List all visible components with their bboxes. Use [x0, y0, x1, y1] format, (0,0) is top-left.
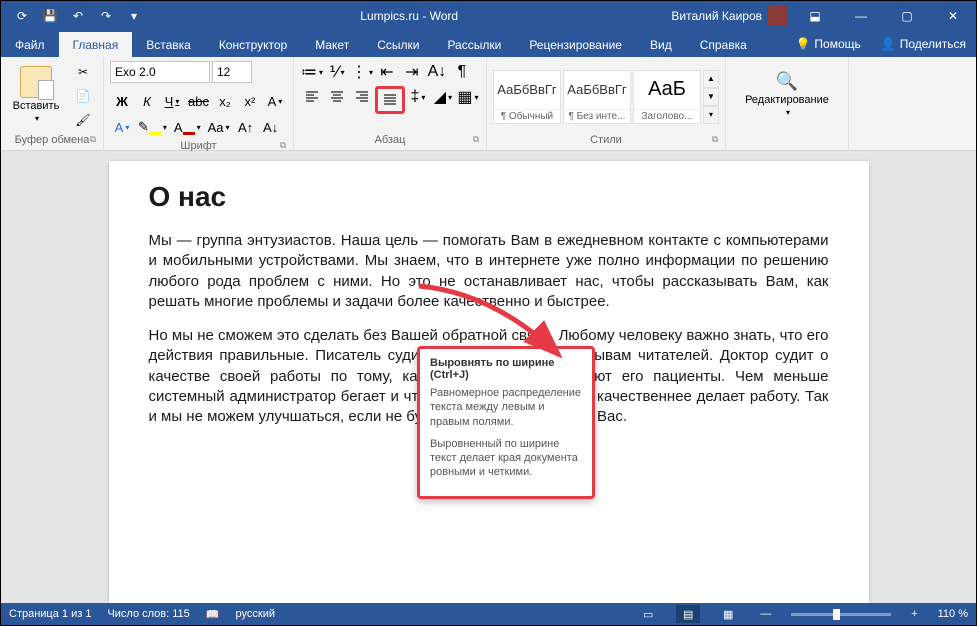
- zoom-out-button[interactable]: —: [756, 608, 775, 620]
- tooltip-body-1: Равномерное распределение текста между л…: [430, 386, 582, 429]
- tab-view[interactable]: Вид: [636, 32, 686, 57]
- view-read-button[interactable]: ▭: [636, 605, 660, 623]
- format-painter-button[interactable]: 🖌: [69, 109, 97, 131]
- numbering-button[interactable]: ⅟▾: [325, 61, 349, 83]
- copy-button[interactable]: 📄: [69, 85, 97, 107]
- tab-help[interactable]: Справка: [686, 32, 761, 57]
- justify-tooltip: Выровнять по ширине (Ctrl+J) Равномерное…: [417, 346, 595, 499]
- clipboard-group-label: Буфер обмена: [15, 134, 90, 146]
- status-language[interactable]: русский: [236, 608, 275, 620]
- undo-button[interactable]: ↶: [65, 4, 91, 28]
- font-fill-button[interactable]: A▾: [171, 116, 204, 138]
- multilevel-button[interactable]: ⋮▾: [350, 61, 374, 83]
- underline-button[interactable]: Ч▾: [160, 90, 184, 112]
- increase-indent-button[interactable]: ⇥: [400, 61, 424, 83]
- italic-button[interactable]: К: [135, 90, 159, 112]
- styles-group-label: Стили: [590, 134, 622, 146]
- change-case-button[interactable]: Aa▾: [205, 116, 233, 138]
- zoom-slider[interactable]: [791, 613, 891, 616]
- style-normal[interactable]: АаБбВвГг ¶ Обычный: [493, 70, 561, 124]
- tab-mailings[interactable]: Рассылки: [433, 32, 515, 57]
- status-proofing-icon[interactable]: 📖: [206, 608, 220, 621]
- font-size-combo[interactable]: [212, 61, 252, 83]
- line-spacing-button[interactable]: ‡▾: [406, 86, 430, 108]
- minimize-button[interactable]: —: [838, 1, 884, 31]
- autosave-toggle[interactable]: ⟳: [9, 4, 35, 28]
- close-button[interactable]: ✕: [930, 1, 976, 31]
- zoom-in-button[interactable]: +: [907, 608, 921, 620]
- styles-down-button[interactable]: ▼: [703, 88, 719, 106]
- clipboard-icon: [20, 66, 52, 98]
- font-name-combo[interactable]: [110, 61, 210, 83]
- highlight-button[interactable]: ✎▾: [135, 116, 170, 138]
- save-button[interactable]: 💾: [37, 4, 63, 28]
- style-no-spacing[interactable]: АаБбВвГг ¶ Без инте...: [563, 70, 631, 124]
- styles-up-button[interactable]: ▲: [703, 70, 719, 88]
- clipboard-dialog-launcher[interactable]: ⧉: [87, 134, 99, 146]
- cut-button[interactable]: ✂: [69, 61, 97, 83]
- share-button[interactable]: 👤 Поделиться: [871, 31, 976, 57]
- search-icon: 🔍: [776, 71, 798, 92]
- text-effects-button[interactable]: A▾: [263, 90, 287, 112]
- paste-button[interactable]: Вставить ▾: [7, 61, 65, 127]
- user-avatar[interactable]: [768, 6, 788, 26]
- window-title: Lumpics.ru - Word: [147, 9, 671, 23]
- maximize-button[interactable]: ▢: [884, 1, 930, 31]
- user-name[interactable]: Виталий Каиров: [671, 9, 762, 23]
- align-right-button[interactable]: [350, 86, 374, 108]
- paragraph-group-label: Абзац: [375, 134, 406, 146]
- zoom-level[interactable]: 110 %: [938, 608, 968, 620]
- sort-button[interactable]: A↓: [425, 61, 449, 83]
- align-center-button[interactable]: [325, 86, 349, 108]
- subscript-button[interactable]: x₂: [213, 90, 237, 112]
- shrink-font-button[interactable]: A↓: [259, 116, 283, 138]
- tab-insert[interactable]: Вставка: [132, 32, 205, 57]
- strikethrough-button[interactable]: abc: [185, 90, 212, 112]
- tab-layout[interactable]: Макет: [301, 32, 363, 57]
- editing-dropdown[interactable]: 🔍 Редактирование ▾: [732, 61, 842, 127]
- font-color-button[interactable]: A▾: [110, 116, 134, 138]
- styles-expand-button[interactable]: ▾: [703, 106, 719, 124]
- tab-design[interactable]: Конструктор: [205, 32, 301, 57]
- paragraph-1: Мы — группа энтузиастов. Наша цель — пом…: [149, 231, 829, 312]
- grow-font-button[interactable]: A↑: [234, 116, 258, 138]
- styles-dialog-launcher[interactable]: ⧉: [709, 134, 721, 146]
- bullets-button[interactable]: ≔▾: [300, 61, 324, 83]
- paragraph-dialog-launcher[interactable]: ⧉: [470, 134, 482, 146]
- ribbon-options-button[interactable]: ⬓: [792, 1, 838, 31]
- borders-button[interactable]: ▦▾: [456, 86, 480, 108]
- tab-review[interactable]: Рецензирование: [515, 32, 636, 57]
- redo-button[interactable]: ↷: [93, 4, 119, 28]
- view-web-button[interactable]: ▦: [716, 605, 740, 623]
- qat-customize[interactable]: ▾: [121, 4, 147, 28]
- style-heading1[interactable]: АаБ Заголово...: [633, 70, 701, 124]
- tab-file[interactable]: Файл: [1, 32, 59, 57]
- bold-button[interactable]: Ж: [110, 90, 134, 112]
- view-print-button[interactable]: ▤: [676, 605, 700, 623]
- tab-home[interactable]: Главная: [59, 32, 133, 57]
- tell-me-button[interactable]: 💡 Помощь: [785, 31, 870, 57]
- tooltip-title: Выровнять по ширине (Ctrl+J): [430, 357, 582, 381]
- status-words[interactable]: Число слов: 115: [107, 608, 189, 620]
- align-left-button[interactable]: [300, 86, 324, 108]
- show-marks-button[interactable]: ¶: [450, 61, 474, 83]
- justify-button[interactable]: [375, 86, 405, 114]
- shading-button[interactable]: ◢▾: [431, 86, 455, 108]
- tooltip-body-2: Выровненный по ширине текст делает края …: [430, 437, 582, 480]
- status-page[interactable]: Страница 1 из 1: [9, 608, 91, 620]
- superscript-button[interactable]: x²: [238, 90, 262, 112]
- tab-references[interactable]: Ссылки: [363, 32, 433, 57]
- decrease-indent-button[interactable]: ⇤: [375, 61, 399, 83]
- heading-about: О нас: [149, 181, 829, 213]
